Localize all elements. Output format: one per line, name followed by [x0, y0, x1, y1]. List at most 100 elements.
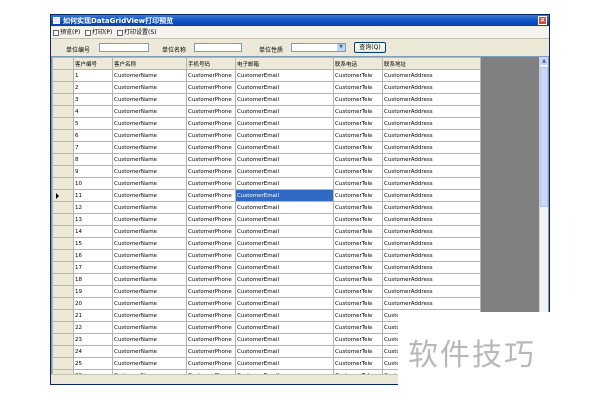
- table-cell[interactable]: 7: [73, 141, 113, 154]
- table-cell[interactable]: CustomerName: [112, 225, 187, 238]
- scroll-up-icon[interactable]: ▲: [540, 57, 548, 65]
- table-cell[interactable]: CustomerPhone: [186, 93, 236, 106]
- table-cell[interactable]: CustomerTele: [333, 345, 383, 358]
- table-cell[interactable]: CustomerPhone: [186, 69, 236, 82]
- table-row[interactable]: 9 CustomerName CustomerPhone CustomerEmail C…: [52, 165, 481, 178]
- row-header-cell[interactable]: [52, 201, 74, 214]
- table-cell[interactable]: CustomerTele: [333, 117, 383, 130]
- table-cell[interactable]: 6: [73, 129, 113, 142]
- table-row[interactable]: 12 CustomerName CustomerPhone CustomerEmail…: [52, 201, 481, 214]
- table-row[interactable]: 18 CustomerName CustomerPhone CustomerEmail…: [52, 273, 481, 286]
- table-cell[interactable]: CustomerEmail: [235, 297, 334, 310]
- table-cell[interactable]: CustomerEmail: [235, 321, 334, 334]
- unit-type-select[interactable]: ▼: [291, 43, 346, 52]
- table-row[interactable]: 20 CustomerName CustomerPhone CustomerEmail…: [52, 297, 481, 310]
- table-cell[interactable]: CustomerEmail: [235, 177, 334, 190]
- row-header-cell[interactable]: [52, 261, 74, 274]
- table-cell[interactable]: CustomerPhone: [186, 141, 236, 154]
- table-cell[interactable]: CustomerTele: [333, 237, 383, 250]
- column-header[interactable]: 客户编号: [73, 57, 113, 70]
- table-cell[interactable]: CustomerName: [112, 177, 187, 190]
- table-cell[interactable]: CustomerName: [112, 93, 187, 106]
- table-cell[interactable]: CustomerEmail: [235, 285, 334, 298]
- table-cell[interactable]: CustomerEmail: [235, 141, 334, 154]
- table-cell[interactable]: CustomerName: [112, 153, 187, 166]
- table-cell[interactable]: CustomerTele: [333, 297, 383, 310]
- table-row[interactable]: 10 CustomerName CustomerPhone CustomerEmail…: [52, 177, 481, 190]
- table-cell[interactable]: CustomerName: [112, 273, 187, 286]
- row-header-cell[interactable]: [52, 213, 74, 226]
- table-cell[interactable]: CustomerTele: [333, 129, 383, 142]
- table-cell[interactable]: CustomerAddress: [382, 69, 481, 82]
- table-cell[interactable]: CustomerEmail: [235, 201, 334, 214]
- table-cell[interactable]: CustomerName: [112, 117, 187, 130]
- table-cell[interactable]: CustomerAddress: [382, 141, 481, 154]
- table-cell[interactable]: CustomerAddress: [382, 93, 481, 106]
- table-cell[interactable]: CustomerPhone: [186, 357, 236, 370]
- column-header[interactable]: 联系地址: [382, 57, 481, 70]
- table-cell[interactable]: CustomerTele: [333, 309, 383, 322]
- print-button[interactable]: 打印(P): [85, 28, 112, 37]
- row-header-cell[interactable]: [52, 177, 74, 190]
- table-cell[interactable]: CustomerTele: [333, 213, 383, 226]
- table-cell[interactable]: CustomerName: [112, 105, 187, 118]
- table-row[interactable]: 2 CustomerName CustomerPhone CustomerEmail C…: [52, 81, 481, 94]
- table-cell[interactable]: CustomerTele: [333, 141, 383, 154]
- table-cell[interactable]: CustomerAddress: [382, 261, 481, 274]
- table-cell[interactable]: CustomerTele: [333, 333, 383, 346]
- table-cell[interactable]: CustomerPhone: [186, 345, 236, 358]
- table-cell[interactable]: 10: [73, 177, 113, 190]
- table-cell[interactable]: CustomerName: [112, 297, 187, 310]
- table-cell[interactable]: 3: [73, 93, 113, 106]
- table-cell[interactable]: CustomerTele: [333, 177, 383, 190]
- column-header[interactable]: 客户名称: [112, 57, 187, 70]
- table-row[interactable]: 8 CustomerName CustomerPhone CustomerEmail C…: [52, 153, 481, 166]
- table-cell[interactable]: CustomerName: [112, 321, 187, 334]
- table-cell[interactable]: 24: [73, 345, 113, 358]
- table-cell[interactable]: CustomerAddress: [382, 285, 481, 298]
- table-cell[interactable]: CustomerAddress: [382, 81, 481, 94]
- table-cell[interactable]: CustomerEmail: [235, 189, 334, 202]
- table-cell[interactable]: CustomerPhone: [186, 237, 236, 250]
- table-cell[interactable]: CustomerName: [112, 249, 187, 262]
- table-cell[interactable]: CustomerName: [112, 165, 187, 178]
- row-header-cell[interactable]: [52, 285, 74, 298]
- table-cell[interactable]: CustomerEmail: [235, 153, 334, 166]
- table-cell[interactable]: CustomerPhone: [186, 105, 236, 118]
- table-row[interactable]: 14 CustomerName CustomerPhone CustomerEmail…: [52, 225, 481, 238]
- table-cell[interactable]: CustomerName: [112, 129, 187, 142]
- table-row[interactable]: 16 CustomerName CustomerPhone CustomerEmail…: [52, 249, 481, 262]
- corner-header-cell[interactable]: [52, 57, 74, 70]
- table-cell[interactable]: CustomerEmail: [235, 249, 334, 262]
- table-cell[interactable]: CustomerAddress: [382, 249, 481, 262]
- scroll-thumb[interactable]: [540, 67, 548, 207]
- table-row[interactable]: 1 CustomerName CustomerPhone CustomerEmail C…: [52, 69, 481, 82]
- table-cell[interactable]: CustomerTele: [333, 285, 383, 298]
- table-cell[interactable]: CustomerEmail: [235, 333, 334, 346]
- table-cell[interactable]: CustomerTele: [333, 105, 383, 118]
- table-cell[interactable]: 9: [73, 165, 113, 178]
- table-cell[interactable]: CustomerPhone: [186, 189, 236, 202]
- row-header-cell[interactable]: [52, 153, 74, 166]
- table-cell[interactable]: CustomerTele: [333, 189, 383, 202]
- table-cell[interactable]: CustomerEmail: [235, 357, 334, 370]
- table-cell[interactable]: CustomerPhone: [186, 297, 236, 310]
- table-cell[interactable]: CustomerPhone: [186, 153, 236, 166]
- table-row[interactable]: 19 CustomerName CustomerPhone CustomerEmail…: [52, 285, 481, 298]
- table-cell[interactable]: CustomerTele: [333, 273, 383, 286]
- table-cell[interactable]: CustomerTele: [333, 249, 383, 262]
- row-header-cell[interactable]: [52, 141, 74, 154]
- table-cell[interactable]: CustomerName: [112, 69, 187, 82]
- table-cell[interactable]: CustomerPhone: [186, 117, 236, 130]
- table-row[interactable]: 15 CustomerName CustomerPhone CustomerEmail…: [52, 237, 481, 250]
- table-cell[interactable]: 12: [73, 201, 113, 214]
- table-cell[interactable]: 17: [73, 261, 113, 274]
- table-cell[interactable]: CustomerName: [112, 333, 187, 346]
- table-cell[interactable]: CustomerEmail: [235, 261, 334, 274]
- table-cell[interactable]: CustomerName: [112, 201, 187, 214]
- row-header-cell[interactable]: [52, 93, 74, 106]
- row-header-cell[interactable]: [52, 165, 74, 178]
- row-header-cell[interactable]: [52, 273, 74, 286]
- table-cell[interactable]: 22: [73, 321, 113, 334]
- table-cell[interactable]: CustomerName: [112, 345, 187, 358]
